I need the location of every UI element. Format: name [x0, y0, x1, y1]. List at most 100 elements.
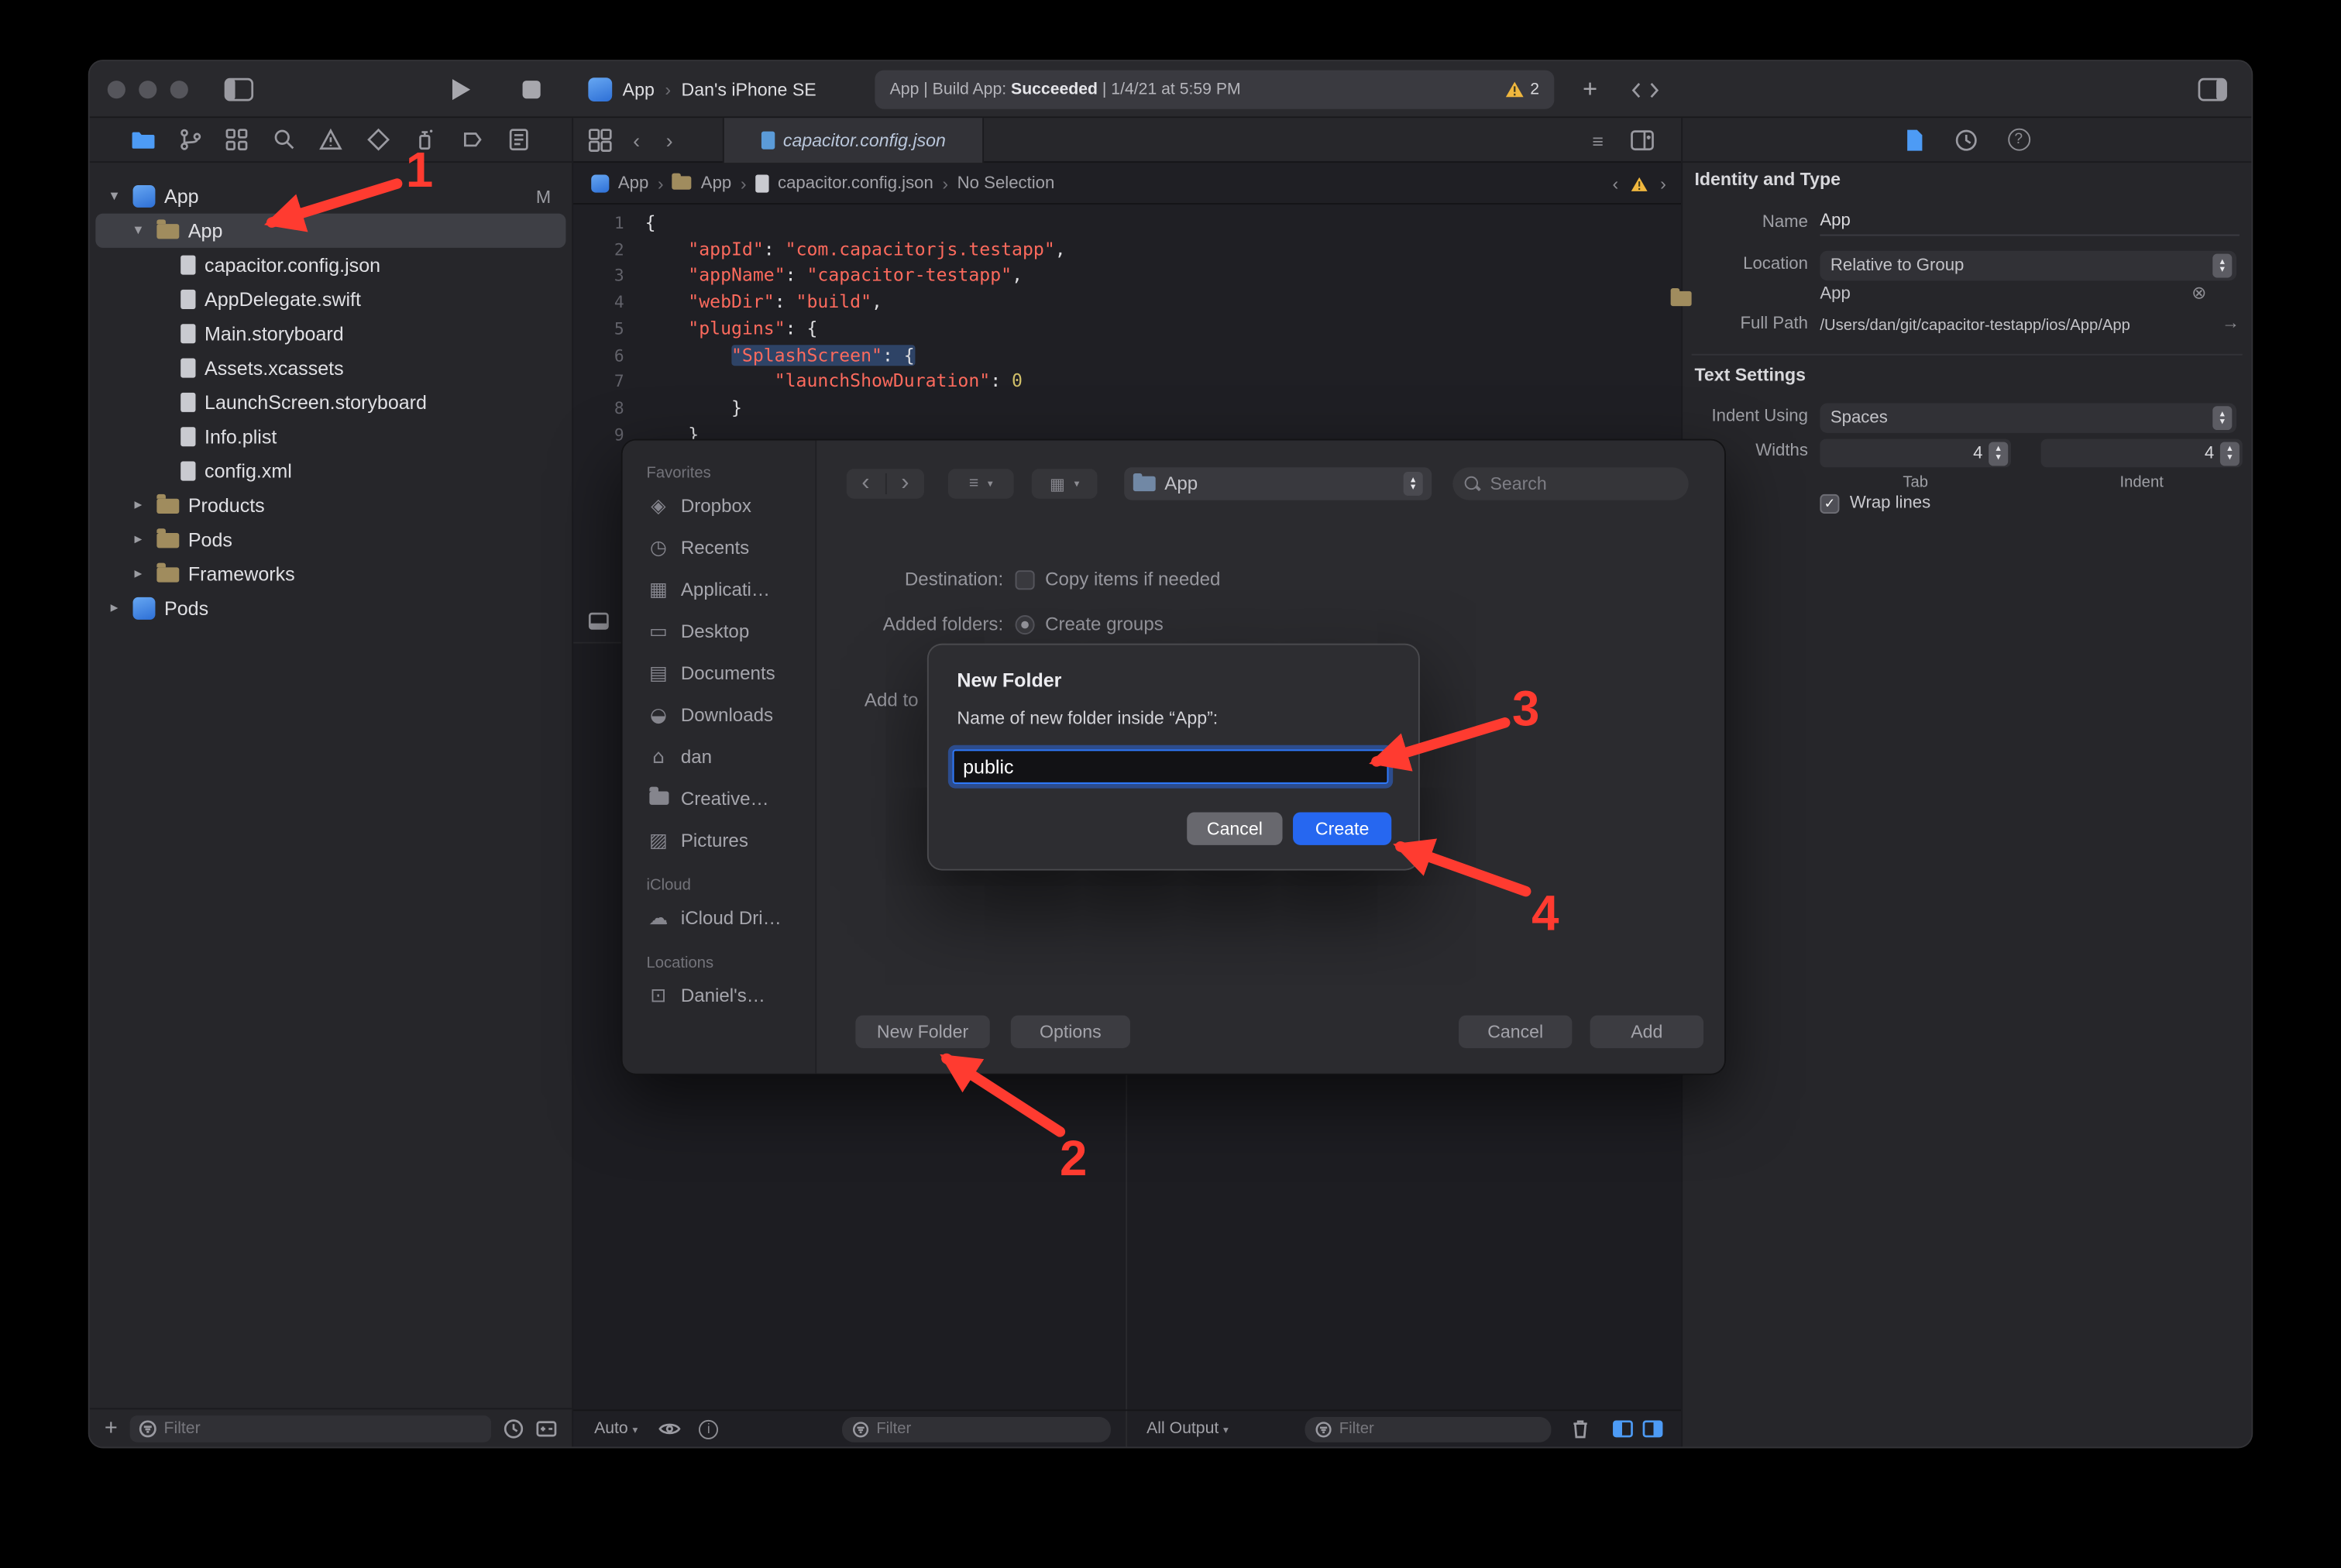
find-navigator-icon[interactable]	[271, 127, 297, 153]
hide-debug-area-icon[interactable]	[588, 612, 609, 630]
related-items-icon[interactable]	[588, 129, 612, 153]
clear-location-icon[interactable]: ⊗	[2191, 282, 2206, 303]
breakpoint-navigator-icon[interactable]	[459, 127, 485, 153]
scheme-selector[interactable]: App › Dan's iPhone SE	[588, 61, 816, 118]
sidebar-item-pictures[interactable]: ▨Pictures	[623, 820, 816, 861]
disclosure-icon[interactable]: ▸	[111, 600, 133, 617]
tree-row-config-xml[interactable]: config.xml	[90, 454, 572, 488]
tree-row-appdelegate-swift[interactable]: AppDelegate.swift	[90, 282, 572, 316]
run-destination[interactable]: Dan's iPhone SE	[682, 79, 816, 100]
tree-row-products[interactable]: ▸Products	[90, 488, 572, 522]
console-output-popup[interactable]: All Output▾	[1146, 1420, 1229, 1438]
report-navigator-icon[interactable]	[506, 127, 531, 153]
choose-folder-icon[interactable]	[1671, 291, 1692, 306]
tree-row-app[interactable]: ▾App	[95, 214, 565, 248]
stop-button[interactable]	[523, 81, 541, 98]
navigator-filter-field[interactable]: Filter	[129, 1415, 491, 1442]
modal-cancel-button[interactable]: Cancel	[1187, 812, 1282, 844]
navigator-toggle-icon[interactable]	[224, 77, 254, 101]
line-list-icon[interactable]: ≡	[1592, 118, 1604, 163]
issue-navigator-icon[interactable]	[318, 127, 344, 153]
tree-row-assets-xcassets[interactable]: Assets.xcassets	[90, 351, 572, 385]
next-issue-button[interactable]: ›	[1660, 174, 1666, 194]
options-button[interactable]: Options	[1011, 1016, 1130, 1048]
file-inspector-icon[interactable]	[1904, 128, 1923, 152]
disclosure-icon[interactable]: ▾	[134, 222, 156, 239]
tree-row-main-storyboard[interactable]: Main.storyboard	[90, 317, 572, 351]
jumpbar-item-file[interactable]: capacitor.config.json	[778, 174, 933, 192]
sidebar-item-dan[interactable]: ⌂dan	[623, 736, 816, 778]
tree-row-frameworks[interactable]: ▸Frameworks	[90, 557, 572, 591]
project-navigator-icon[interactable]	[130, 127, 156, 153]
sidebar-item-icloud-dri[interactable]: ☁iCloud Dri…	[623, 897, 816, 939]
previous-issue-button[interactable]: ‹	[1612, 174, 1618, 194]
debug-navigator-icon[interactable]	[412, 127, 438, 153]
minimize-button[interactable]	[139, 81, 156, 98]
disclosure-icon[interactable]: ▸	[134, 497, 156, 514]
dialog-forward-button[interactable]: ›	[886, 470, 924, 497]
dialog-cancel-button[interactable]: Cancel	[1459, 1016, 1572, 1048]
sidebar-item-daniel-s[interactable]: ⊡Daniel's…	[623, 975, 816, 1017]
folder-name-input[interactable]	[953, 750, 1389, 784]
source-code[interactable]: 1{2 "appId": "com.capacitorjs.testapp",3…	[573, 205, 1681, 449]
open-path-arrow-icon[interactable]: →	[2222, 312, 2240, 333]
recent-files-icon[interactable]	[504, 1418, 524, 1439]
indent-width-stepper[interactable]: 4 ▴▾	[2041, 439, 2243, 468]
disclosure-icon[interactable]: ▸	[134, 566, 156, 582]
scm-status-filter-icon[interactable]	[536, 1418, 557, 1439]
indent-using-popup[interactable]: Spaces ▴▾	[1820, 403, 2236, 433]
sidebar-item-creative[interactable]: Creative…	[623, 778, 816, 820]
console-pane-toggle-icon[interactable]	[1642, 1420, 1663, 1438]
dialog-back-button[interactable]: ‹	[847, 470, 885, 497]
tree-row-pods[interactable]: ▸Pods	[90, 591, 572, 625]
tree-row-capacitor-config-json[interactable]: capacitor.config.json	[90, 248, 572, 282]
sidebar-item-dropbox[interactable]: ◈Dropbox	[623, 485, 816, 527]
quick-help-inspector-icon[interactable]: ?	[2007, 129, 2030, 151]
icon-view-button[interactable]: ▦ ▾	[1032, 469, 1098, 499]
editor-tab[interactable]: capacitor.config.json	[723, 118, 984, 163]
list-view-button[interactable]: ≡ ▾	[948, 469, 1014, 499]
forward-button[interactable]: ›	[666, 118, 673, 163]
disclosure-icon[interactable]: ▾	[111, 188, 133, 205]
dialog-nav-buttons[interactable]: ‹ ›	[847, 469, 924, 499]
jumpbar-item-project[interactable]: App	[618, 174, 648, 192]
tree-row-pods[interactable]: ▸Pods	[90, 523, 572, 557]
copy-items-checkbox[interactable]	[1016, 570, 1035, 590]
zoom-button[interactable]	[170, 81, 188, 98]
history-inspector-icon[interactable]	[1954, 128, 1978, 152]
sidebar-item-recents[interactable]: ◷Recents	[623, 527, 816, 569]
tree-row-app[interactable]: ▾AppM	[90, 179, 572, 213]
dialog-search-field[interactable]: Search	[1452, 467, 1689, 500]
add-item-button[interactable]: +	[105, 1415, 118, 1441]
test-navigator-icon[interactable]	[365, 127, 390, 153]
create-groups-radio[interactable]	[1016, 615, 1035, 634]
tree-row-info-plist[interactable]: Info.plist	[90, 420, 572, 454]
jumpbar-item-group[interactable]: App	[701, 174, 731, 192]
jumpbar-item-selection[interactable]: No Selection	[957, 174, 1055, 192]
inspector-toggle-icon[interactable]	[2198, 77, 2228, 101]
current-folder-popup[interactable]: App ▴▾	[1124, 467, 1432, 500]
console-filter-field[interactable]: Filter	[1305, 1416, 1551, 1442]
tree-row-launchscreen-storyboard[interactable]: LaunchScreen.storyboard	[90, 385, 572, 419]
disclosure-icon[interactable]: ▸	[134, 531, 156, 548]
add-editor-icon[interactable]	[1631, 130, 1655, 151]
location-popup[interactable]: Relative to Group ▴▾	[1820, 251, 2236, 281]
variables-filter-field[interactable]: Filter	[842, 1416, 1111, 1442]
sidebar-item-documents[interactable]: ▤Documents	[623, 652, 816, 694]
symbol-navigator-icon[interactable]	[224, 127, 249, 153]
stepper-icon[interactable]: ▴▾	[1989, 442, 2008, 466]
new-folder-button[interactable]: New Folder	[855, 1016, 989, 1048]
tab-width-stepper[interactable]: 4 ▴▾	[1820, 439, 2011, 468]
dialog-add-button[interactable]: Add	[1590, 1016, 1703, 1048]
variables-info-icon[interactable]: i	[699, 1419, 718, 1439]
name-field[interactable]: App	[1820, 212, 2240, 236]
modal-create-button[interactable]: Create	[1293, 812, 1391, 844]
variables-view-eye-icon[interactable]	[658, 1422, 681, 1436]
stepper-icon[interactable]: ▴▾	[2220, 442, 2240, 466]
source-control-navigator-icon[interactable]	[177, 127, 202, 153]
back-button[interactable]: ‹	[633, 118, 640, 163]
toolbar-plus-button[interactable]: +	[1583, 61, 1597, 118]
wrap-lines-checkbox[interactable]: ✓	[1820, 494, 1839, 514]
variables-pane-toggle-icon[interactable]	[1612, 1420, 1633, 1438]
run-button[interactable]	[452, 79, 470, 100]
